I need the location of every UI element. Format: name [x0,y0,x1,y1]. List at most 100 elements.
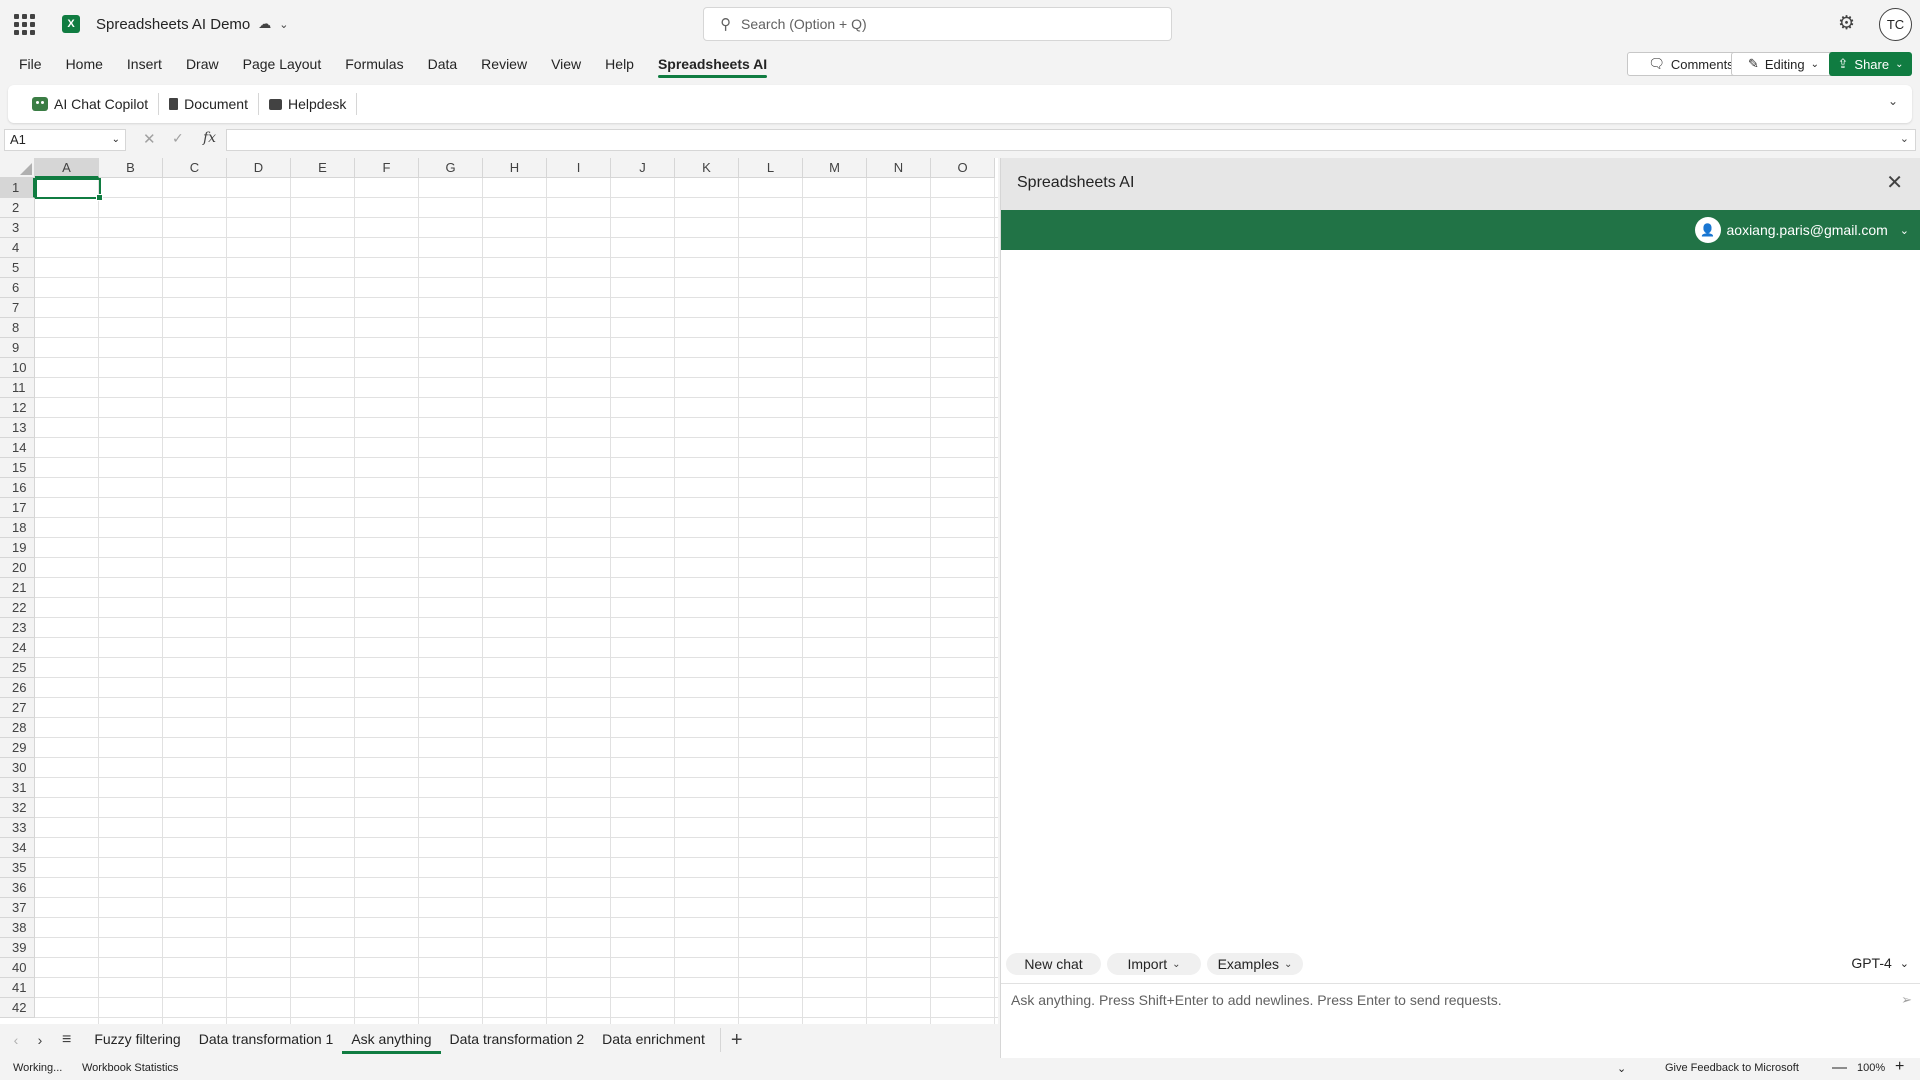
column-header-n[interactable]: N [867,158,931,178]
row-header-6[interactable]: 6 [0,278,35,298]
menu-tab-file[interactable]: File [0,48,54,80]
menu-tab-page-layout[interactable]: Page Layout [231,48,334,80]
row-header-3[interactable]: 3 [0,218,35,238]
prev-sheet-arrow-icon[interactable]: ‹ [4,1032,28,1048]
check-icon[interactable]: ✓ [172,130,184,147]
row-header-24[interactable]: 24 [0,638,35,658]
sheet-tab-data-enrichment[interactable]: Data enrichment [593,1024,714,1056]
column-header-h[interactable]: H [483,158,547,178]
menu-tab-data[interactable]: Data [416,48,470,80]
cancel-icon[interactable]: ✕ [143,130,156,148]
column-header-f[interactable]: F [355,158,419,178]
menu-tab-formulas[interactable]: Formulas [333,48,415,80]
row-header-20[interactable]: 20 [0,558,35,578]
helpdesk-button[interactable]: Helpdesk [259,90,356,118]
row-header-19[interactable]: 19 [0,538,35,558]
column-header-g[interactable]: G [419,158,483,178]
row-header-8[interactable]: 8 [0,318,35,338]
spreadsheet-grid[interactable]: ABCDEFGHIJKLMNO 1 2 3 4 5 6 7 8 9 10 11 12 13 14 15 16 1… [0,158,998,1024]
row-header-25[interactable]: 25 [0,658,35,678]
row-header-38[interactable]: 38 [0,918,35,938]
column-header-e[interactable]: E [291,158,355,178]
row-header-27[interactable]: 27 [0,698,35,718]
model-select[interactable]: GPT-4 ⌄ [1851,955,1909,971]
chevron-down-icon[interactable]: ⌄ [279,18,288,31]
ai-chat-copilot-button[interactable]: AI Chat Copilot [22,90,158,118]
examples-button[interactable]: Examples ⌄ [1207,953,1303,975]
column-header-b[interactable]: B [99,158,163,178]
active-cell-a1[interactable] [35,178,103,201]
zoom-in-icon[interactable]: + [1895,1058,1904,1076]
menu-tab-review[interactable]: Review [469,48,539,80]
import-button[interactable]: Import ⌄ [1107,953,1201,975]
row-header-16[interactable]: 16 [0,478,35,498]
row-header-18[interactable]: 18 [0,518,35,538]
row-header-9[interactable]: 9 [0,338,35,358]
column-header-d[interactable]: D [227,158,291,178]
row-header-21[interactable]: 21 [0,578,35,598]
new-chat-button[interactable]: New chat [1006,953,1101,975]
document-button[interactable]: Document [159,90,258,118]
send-icon[interactable]: ➢ [1901,992,1912,1008]
row-header-31[interactable]: 31 [0,778,35,798]
row-header-40[interactable]: 40 [0,958,35,978]
feedback-link[interactable]: Give Feedback to Microsoft [1665,1062,1799,1074]
select-all-corner[interactable] [0,158,35,178]
row-header-2[interactable]: 2 [0,198,35,218]
column-header-k[interactable]: K [675,158,739,178]
row-header-7[interactable]: 7 [0,298,35,318]
row-header-41[interactable]: 41 [0,978,35,998]
formula-input[interactable]: ⌄ [226,129,1916,151]
all-sheets-menu-icon[interactable]: ≡ [62,1031,71,1049]
row-header-28[interactable]: 28 [0,718,35,738]
menu-tab-draw[interactable]: Draw [174,48,231,80]
row-header-34[interactable]: 34 [0,838,35,858]
avatar[interactable]: TC [1879,8,1912,41]
next-sheet-arrow-icon[interactable]: › [28,1032,52,1048]
column-header-o[interactable]: O [931,158,995,178]
column-header-j[interactable]: J [611,158,675,178]
sheet-tab-data-transformation-1[interactable]: Data transformation 1 [190,1024,343,1056]
column-header-i[interactable]: I [547,158,611,178]
row-header-26[interactable]: 26 [0,678,35,698]
menu-tab-help[interactable]: Help [593,48,646,80]
row-header-37[interactable]: 37 [0,898,35,918]
app-launcher-icon[interactable] [12,12,36,36]
row-header-10[interactable]: 10 [0,358,35,378]
sheet-tab-fuzzy-filtering[interactable]: Fuzzy filtering [85,1024,189,1056]
function-icon[interactable]: fx [203,130,216,146]
row-header-15[interactable]: 15 [0,458,35,478]
sheet-tab-data-transformation-2[interactable]: Data transformation 2 [441,1024,594,1056]
add-sheet-icon[interactable]: + [731,1029,743,1052]
share-button[interactable]: ⇪ Share ⌄ [1829,52,1912,76]
row-header-4[interactable]: 4 [0,238,35,258]
chevron-down-icon[interactable]: ⌄ [1900,132,1909,145]
menu-tab-home[interactable]: Home [54,48,115,80]
row-header-30[interactable]: 30 [0,758,35,778]
document-title[interactable]: Spreadsheets AI Demo [96,16,250,33]
column-header-c[interactable]: C [163,158,227,178]
row-header-11[interactable]: 11 [0,378,35,398]
name-box[interactable]: A1 ⌄ [4,129,126,151]
editing-mode-button[interactable]: ✎ Editing ⌄ [1731,52,1836,76]
row-header-17[interactable]: 17 [0,498,35,518]
ribbon-expand-chevron-icon[interactable]: ⌄ [1888,94,1898,108]
workbook-statistics-link[interactable]: Workbook Statistics [82,1062,178,1074]
row-header-32[interactable]: 32 [0,798,35,818]
menu-tab-spreadsheets-ai[interactable]: Spreadsheets AI [646,48,779,80]
gear-icon[interactable]: ⚙ [1838,12,1855,35]
row-header-39[interactable]: 39 [0,938,35,958]
row-header-1[interactable]: 1 [0,178,35,198]
cells-area[interactable] [35,178,998,1024]
row-header-14[interactable]: 14 [0,438,35,458]
row-header-5[interactable]: 5 [0,258,35,278]
row-header-35[interactable]: 35 [0,858,35,878]
chevron-down-icon[interactable]: ⌄ [1617,1062,1626,1075]
zoom-level[interactable]: 100% [1857,1062,1885,1074]
account-switcher[interactable]: 👤 aoxiang.paris@gmail.com ⌄ [1694,217,1909,243]
search-input[interactable]: ⚲ Search (Option + Q) [703,7,1172,41]
row-header-22[interactable]: 22 [0,598,35,618]
menu-tab-view[interactable]: View [539,48,593,80]
chat-input[interactable]: Ask anything. Press Shift+Enter to add n… [1011,988,1891,1012]
row-header-36[interactable]: 36 [0,878,35,898]
